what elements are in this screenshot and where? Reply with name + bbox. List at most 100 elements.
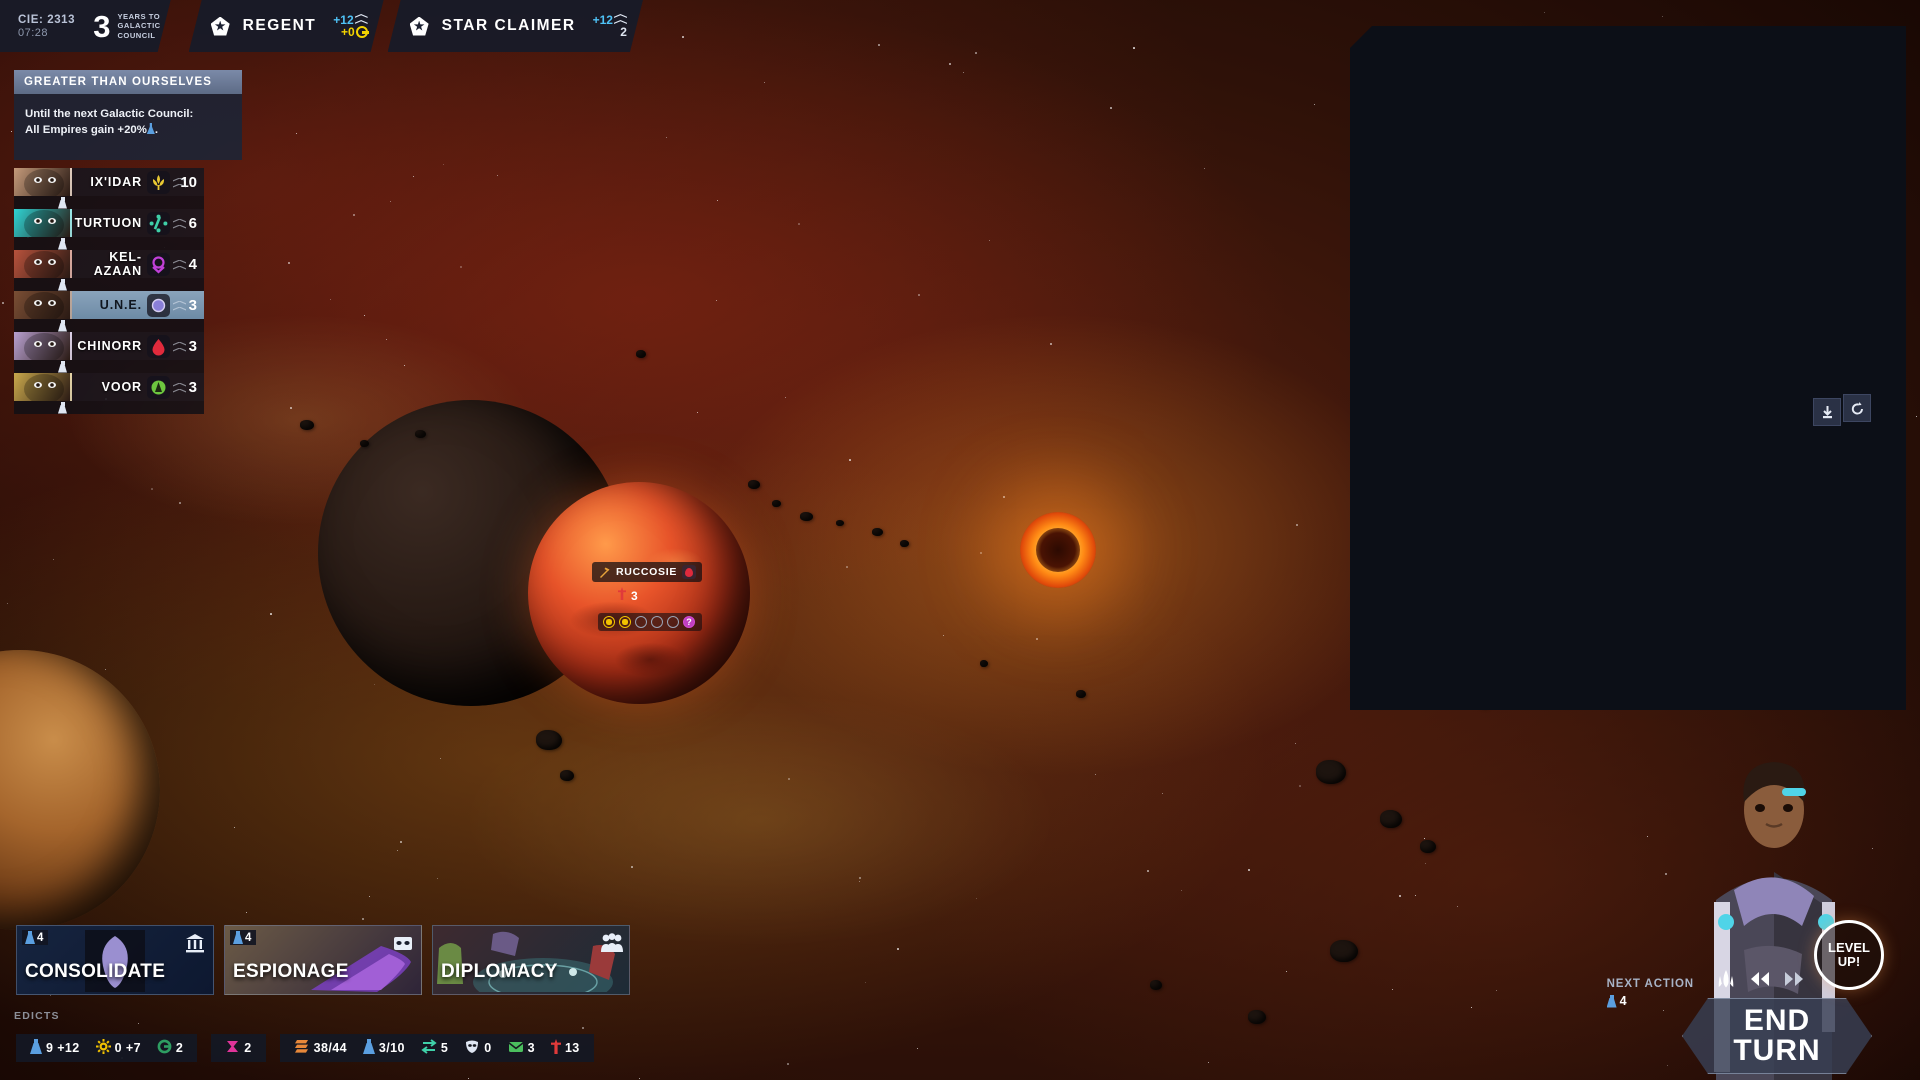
empire-row-voor[interactable]: VOOR 3	[14, 373, 204, 414]
resource-value: 2	[176, 1041, 183, 1055]
empire-row-turtuon[interactable]: TURTUON 6	[14, 209, 204, 250]
science-flask-icon	[58, 197, 67, 209]
edict-cost: 4	[22, 930, 48, 945]
resource-value: 0 +7	[115, 1041, 141, 1055]
influence-chevron-icon	[355, 14, 368, 26]
resource-influence[interactable]: 9 +12	[30, 1039, 80, 1057]
trade-icon	[421, 1039, 437, 1057]
technology-reset-button[interactable]	[1843, 394, 1871, 422]
temple-icon	[184, 932, 206, 954]
science-flask-icon	[58, 238, 67, 250]
years-to-council: 3 YEARS TO GALACTIC COUNCIL	[93, 11, 160, 42]
empire-sigil-icon	[147, 294, 170, 317]
edict-cards[interactable]: 4 CONSOLIDATE 4 ESPIONAGE DIPLOMACY	[16, 925, 630, 995]
empire-traits	[14, 237, 204, 250]
resource-energy[interactable]: 0 +7	[96, 1039, 141, 1057]
planet-build-slots[interactable]: ?	[598, 613, 702, 631]
star-claimer-chip[interactable]: STAR CLAIMER +12 2	[388, 0, 643, 52]
technology-accept-button[interactable]	[1813, 398, 1841, 426]
empire-sigil-icon	[147, 335, 170, 358]
galactic-council-card[interactable]: GREATER THAN OURSELVES Until the next Ga…	[14, 70, 242, 160]
build-slot-quest[interactable]: ?	[683, 616, 695, 628]
military-dagger-icon	[618, 587, 626, 604]
next-action-label: NEXT ACTION	[1607, 978, 1694, 990]
owner-sigil-icon	[682, 565, 696, 579]
planet-label[interactable]: RUCCOSIE 3 ?	[592, 562, 702, 631]
council-card-title: GREATER THAN OURSELVES	[14, 70, 242, 94]
resource-bar[interactable]: 9 +12 0 +7 2 2 38/44 3/10 5 0 3 13	[16, 1034, 594, 1062]
rewind-icon[interactable]	[1746, 966, 1774, 992]
resource-value: 3/10	[379, 1041, 405, 1055]
star-sun[interactable]	[1020, 512, 1096, 588]
level-up-badge[interactable]: LEVEL UP!	[1814, 920, 1884, 990]
empire-traits	[14, 278, 204, 291]
years-label-2: GALACTIC	[117, 21, 160, 30]
edict-card-consolidate[interactable]: 4 CONSOLIDATE	[16, 925, 214, 995]
empire-row-ixidar[interactable]: IX'IDAR 10	[14, 168, 204, 209]
build-slot-empty[interactable]	[667, 616, 679, 628]
empire-row-chinorr[interactable]: CHINORR 3	[14, 332, 204, 373]
cie-clock-block[interactable]: CIE: 2313 07:28 3 YEARS TO GALACTIC COUN…	[0, 0, 171, 52]
resource-value: 3	[528, 1041, 535, 1055]
empire-traits	[14, 401, 204, 414]
influence-chevron-icon	[173, 383, 186, 395]
planet-population: 3	[592, 587, 702, 604]
empire-portrait	[14, 209, 72, 237]
edict-name: DIPLOMACY	[441, 961, 558, 983]
empire-row-une[interactable]: U.N.E. 3	[14, 291, 204, 332]
empire-name: U.N.E.	[72, 298, 147, 312]
build-slot-gear[interactable]	[603, 616, 615, 628]
influence-chevron-icon	[173, 301, 186, 313]
empire-name: TURTUON	[72, 216, 147, 230]
empire-score: 3	[174, 338, 204, 355]
resource-military[interactable]: 13	[551, 1039, 580, 1058]
build-slot-empty[interactable]	[635, 616, 647, 628]
empire-row-kelazaan[interactable]: KEL-AZAAN 4	[14, 250, 204, 291]
resource-espionage[interactable]: 0	[464, 1039, 491, 1057]
build-slot-empty[interactable]	[651, 616, 663, 628]
star-claimer-star-icon	[410, 17, 429, 36]
resource-value: 9 +12	[46, 1041, 80, 1055]
resource-credits[interactable]: 2	[157, 1039, 183, 1057]
years-label-3: COUNCIL	[117, 31, 160, 40]
fast-forward-icon[interactable]	[1780, 966, 1808, 992]
empire-score: 10	[174, 174, 204, 191]
turn-controls[interactable]	[1712, 966, 1808, 992]
resource-industry[interactable]: 38/44	[294, 1039, 347, 1057]
science-icon	[363, 1039, 375, 1057]
cie-label: CIE: 2313	[18, 13, 75, 27]
empire-traits	[14, 360, 204, 373]
empire-name: KEL-AZAAN	[72, 250, 147, 278]
resource-value: 2	[244, 1041, 251, 1055]
resource-hourglass[interactable]: 2	[225, 1039, 251, 1057]
council-body-line1: Until the next Galactic Council:	[25, 106, 231, 122]
resource-group-1: 9 +12 0 +7 2	[16, 1034, 197, 1062]
people-icon	[600, 932, 622, 954]
resource-trade[interactable]: 5	[421, 1039, 448, 1057]
spy-mask-icon	[392, 932, 414, 954]
planet-name-text: RUCCOSIE	[616, 566, 677, 578]
regent-star-icon	[211, 17, 230, 36]
diplomatic-offer-panel	[1350, 26, 1906, 710]
influence-icon	[1607, 995, 1617, 1008]
influence-chevron-icon	[173, 219, 186, 231]
empire-portrait	[14, 373, 72, 401]
science-flask-icon	[58, 402, 67, 414]
espionage-icon	[464, 1039, 480, 1057]
build-slot-gear[interactable]	[619, 616, 631, 628]
end-turn-button[interactable]: END TURN	[1682, 998, 1872, 1074]
resource-diplomacy[interactable]: 3	[508, 1040, 535, 1057]
empire-standings-list[interactable]: IX'IDAR 10 TURTUON 6 KEL-AZAAN 4 U.N.E. …	[14, 168, 204, 414]
planet-name-chip[interactable]: RUCCOSIE	[592, 562, 702, 582]
empire-score: 4	[174, 256, 204, 273]
edict-card-diplomacy[interactable]: DIPLOMACY	[432, 925, 630, 995]
regent-credit-bonus: +0	[341, 26, 368, 38]
regent-role-chip[interactable]: REGENT +12 +0	[189, 0, 384, 52]
edict-card-espionage[interactable]: 4 ESPIONAGE	[224, 925, 422, 995]
influence-chevron-icon	[173, 260, 186, 272]
resource-science[interactable]: 3/10	[363, 1039, 405, 1057]
star-claimer-label: STAR CLAIMER	[442, 17, 576, 35]
edict-name: CONSOLIDATE	[25, 961, 165, 983]
influence-icon	[25, 931, 35, 944]
ship-icon[interactable]	[1712, 966, 1740, 992]
